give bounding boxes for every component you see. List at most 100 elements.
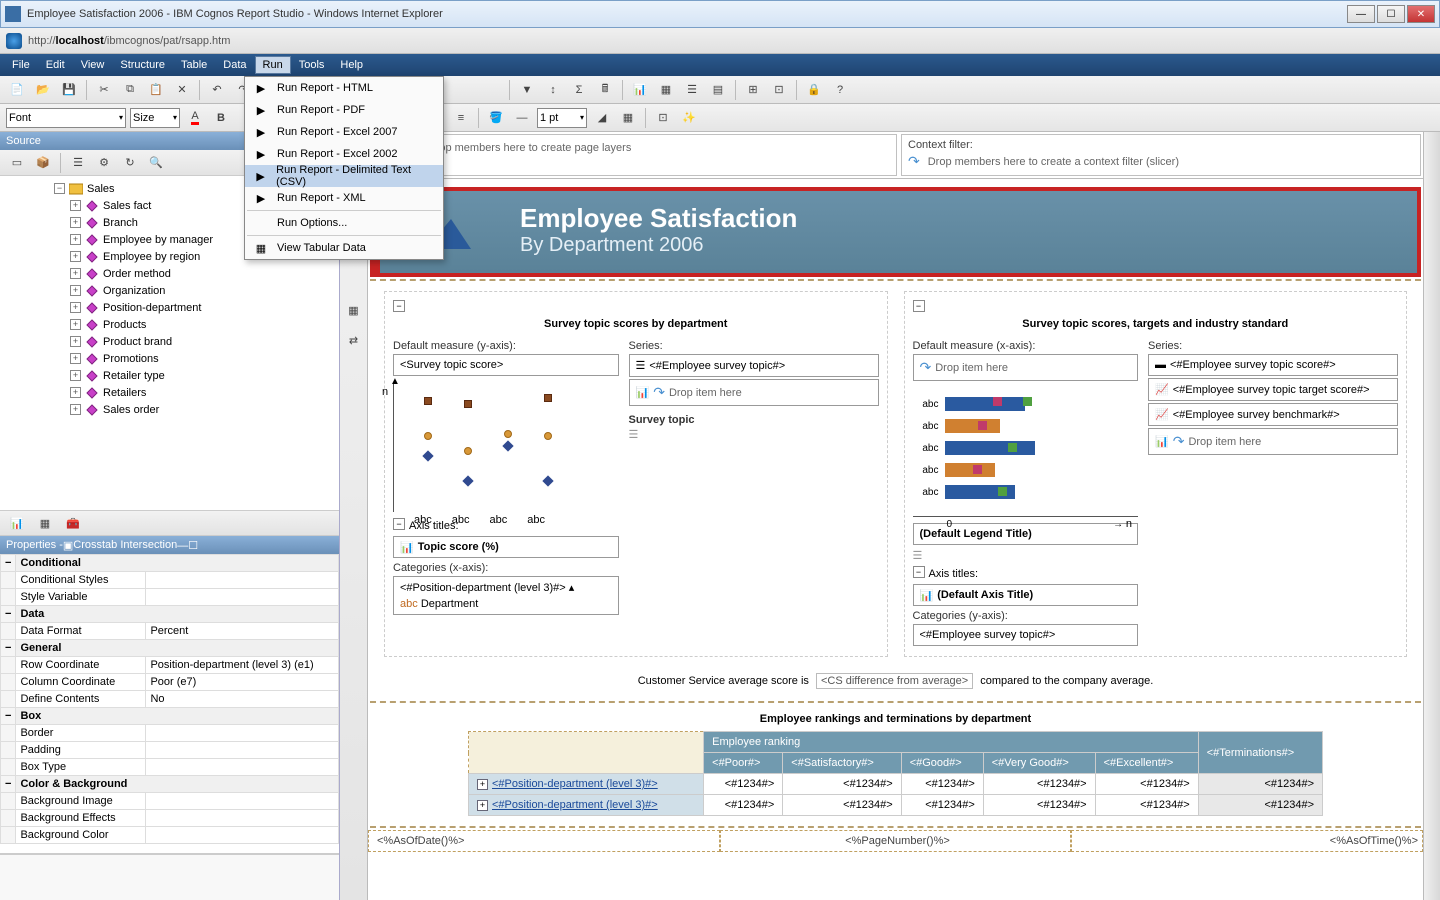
context-filter-dropzone[interactable]: Context filter: ↷Drop members here to cr… (901, 134, 1421, 176)
url-display[interactable]: http://localhost/ibmcognos/pat/rsapp.htm (28, 35, 230, 47)
footer-asoftime[interactable]: <%AsOfTime()%> (1071, 830, 1423, 852)
crosstab-button[interactable]: ▦ (655, 79, 677, 101)
prop-row[interactable]: Define ContentsNo (1, 691, 339, 708)
prop-row[interactable]: Box Type (1, 759, 339, 776)
side-tool-1[interactable]: ▦ (343, 299, 365, 321)
expand-icon[interactable]: + (70, 217, 81, 228)
group-toggle[interactable]: − (1, 708, 16, 725)
layout-button[interactable]: ⊞ (742, 79, 764, 101)
expand-icon[interactable]: + (70, 268, 81, 279)
headers-button[interactable]: ⊡ (768, 79, 790, 101)
row-header[interactable]: +<#Position-department (level 3)#> (469, 795, 704, 816)
style-button[interactable]: ✨ (678, 107, 700, 129)
expand-icon[interactable]: + (70, 387, 81, 398)
tree-collapse-icon[interactable]: ▭ (6, 152, 28, 174)
undo-button[interactable]: ↶ (206, 79, 228, 101)
group-toggle[interactable]: − (1, 606, 16, 623)
prop-row[interactable]: Background Effects (1, 810, 339, 827)
categories-dropzone[interactable]: <#Position-department (level 3)#> ▴ abc … (393, 576, 619, 615)
xmeasure-dropzone[interactable]: ↷Drop item here (913, 354, 1139, 381)
lock-button[interactable]: 🔒 (803, 79, 825, 101)
search-icon[interactable]: 🔍 (145, 152, 167, 174)
cell[interactable]: <#1234#> (983, 795, 1095, 816)
footer-pagenum[interactable]: <%PageNumber()%> (720, 830, 1072, 852)
menu-view[interactable]: View (73, 56, 113, 74)
cell[interactable]: <#1234#> (901, 795, 983, 816)
help-button[interactable]: ? (829, 79, 851, 101)
borders-button[interactable]: ▦ (617, 107, 639, 129)
group-toggle[interactable]: − (1, 640, 16, 657)
tree-node[interactable]: +Retailers (0, 384, 339, 401)
cell[interactable]: <#1234#> (983, 774, 1095, 795)
collapse-icon[interactable]: − (54, 183, 65, 194)
col-group-header[interactable]: Employee ranking (704, 732, 1199, 753)
tree-node[interactable]: +Promotions (0, 350, 339, 367)
expand-icon[interactable]: + (70, 200, 81, 211)
prop-row[interactable]: Border (1, 725, 339, 742)
tree-node[interactable]: +Order method (0, 265, 339, 282)
line-pt-dropdown[interactable]: 1 pt (537, 108, 587, 128)
chart-panel-left[interactable]: − Survey topic scores by department Defa… (384, 291, 888, 657)
series-dropzone[interactable]: 📊 ↷Drop item here (1148, 428, 1398, 455)
prop-row[interactable]: Padding (1, 742, 339, 759)
tab-source-icon[interactable]: 📊 (6, 512, 28, 534)
cell[interactable]: <#1234#> (1095, 795, 1198, 816)
maximize-button[interactable]: ☐ (1377, 5, 1405, 23)
tree-node[interactable]: +Organization (0, 282, 339, 299)
expand-icon[interactable]: + (70, 302, 81, 313)
page-button[interactable]: ▤ (707, 79, 729, 101)
report-header[interactable]: Employee Satisfaction By Department 2006 (370, 187, 1421, 277)
expand-icon[interactable]: + (477, 800, 488, 811)
series-dropzone[interactable]: ☰ <#Employee survey topic#> (629, 354, 879, 377)
package-icon[interactable]: 📦 (32, 152, 54, 174)
prop-row[interactable]: Background Image (1, 793, 339, 810)
cell[interactable]: <#1234#> (901, 774, 983, 795)
tab-toolbox-icon[interactable]: 🧰 (62, 512, 84, 534)
footer-asof[interactable]: <%AsOfDate()%> (368, 830, 720, 852)
prop-row[interactable]: Column CoordinatePoor (e7) (1, 674, 339, 691)
line-color-button[interactable]: ◢ (591, 107, 613, 129)
col-terminations[interactable]: <#Terminations#> (1198, 732, 1322, 774)
crosstab-corner[interactable] (469, 732, 704, 774)
size-dropdown[interactable]: Size (130, 108, 180, 128)
open-button[interactable]: 📂 (32, 79, 54, 101)
tree-node[interactable]: +Sales order (0, 401, 339, 418)
delete-button[interactable]: ✕ (171, 79, 193, 101)
categories-dropzone[interactable]: <#Employee survey topic#> (913, 624, 1139, 646)
tree-node[interactable]: +Products (0, 316, 339, 333)
prop-row[interactable]: Row CoordinatePosition-department (level… (1, 657, 339, 674)
col-header[interactable]: <#Satisfactory#> (783, 753, 901, 774)
run-report-xml[interactable]: ▶Run Report - XML (245, 187, 443, 209)
cell[interactable]: <#1234#> (783, 774, 901, 795)
tree-node[interactable]: +Position-department (0, 299, 339, 316)
calc-button[interactable]: 🖩 (594, 79, 616, 101)
group-toggle[interactable]: − (1, 776, 16, 793)
cell[interactable]: <#1234#> (704, 795, 783, 816)
report-scroll-area[interactable]: ▦ ⇄ Employee Satisfaction By Department … (340, 178, 1423, 900)
col-header[interactable]: <#Poor#> (704, 753, 783, 774)
close-button[interactable]: ✕ (1407, 5, 1435, 23)
run-report-pdf[interactable]: ▶Run Report - PDF (245, 99, 443, 121)
expand-icon[interactable]: + (70, 285, 81, 296)
chart-button[interactable]: 📊 (629, 79, 651, 101)
expand-icon[interactable]: + (70, 336, 81, 347)
font-dropdown[interactable]: Font (6, 108, 126, 128)
series-item[interactable]: 📈 <#Employee survey topic target score#> (1148, 378, 1398, 401)
cell-terminations[interactable]: <#1234#> (1198, 795, 1322, 816)
run-report-html[interactable]: ▶Run Report - HTML (245, 77, 443, 99)
tree-node[interactable]: +Product brand (0, 333, 339, 350)
cell[interactable]: <#1234#> (783, 795, 901, 816)
expand-icon[interactable]: + (477, 779, 488, 790)
run-report-excel-2007[interactable]: ▶Run Report - Excel 2007 (245, 121, 443, 143)
prop-row[interactable]: Background Color (1, 827, 339, 844)
cell[interactable]: <#1234#> (1095, 774, 1198, 795)
ymeasure-dropzone[interactable]: <Survey topic score> (393, 354, 619, 376)
menu-edit[interactable]: Edit (38, 56, 73, 74)
run-options[interactable]: Run Options... (245, 212, 443, 234)
paste-button[interactable]: 📋 (145, 79, 167, 101)
expand-icon[interactable]: + (70, 353, 81, 364)
menu-table[interactable]: Table (173, 56, 215, 74)
menu-structure[interactable]: Structure (112, 56, 173, 74)
prop-row[interactable]: Conditional Styles (1, 572, 339, 589)
row-header[interactable]: +<#Position-department (level 3)#> (469, 774, 704, 795)
